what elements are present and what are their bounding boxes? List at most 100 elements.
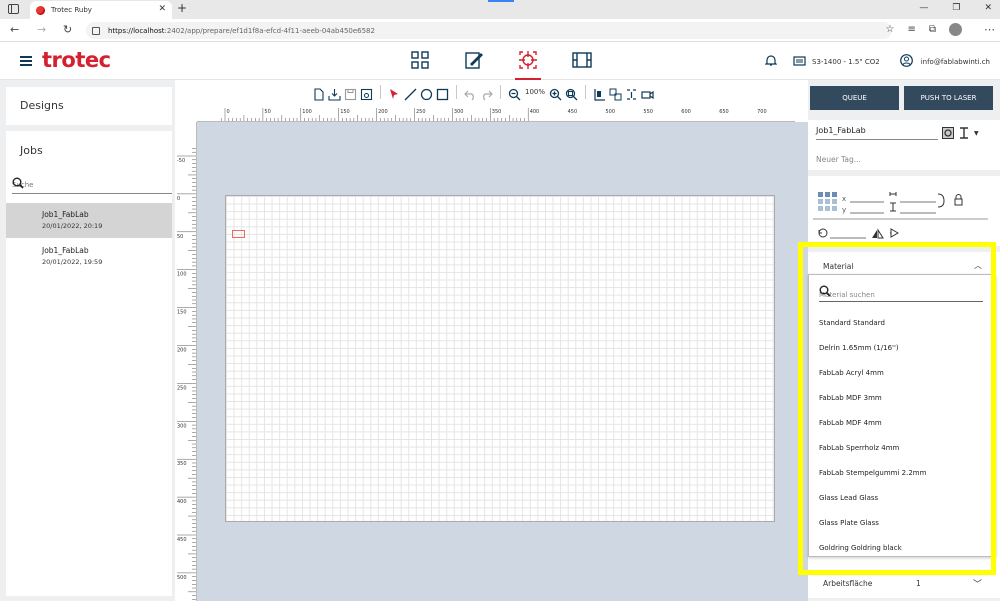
arbeitsflaeche-value: 1 (916, 579, 921, 588)
zoom-fit-icon[interactable] (565, 86, 578, 100)
grid-view-icon[interactable] (410, 50, 430, 72)
reload-icon[interactable]: ↻ (63, 23, 72, 36)
material-section: Material ︿ Material suchen Standard Stan… (808, 252, 1000, 580)
arrange-icon[interactable] (609, 86, 622, 100)
line-tool-icon[interactable] (404, 86, 417, 100)
material-header[interactable]: Material (823, 262, 853, 271)
align-icon[interactable] (593, 86, 606, 101)
chevron-down-icon[interactable]: ﹀ (973, 577, 982, 590)
browser-tab[interactable]: Trotec Ruby ✕ (30, 1, 172, 19)
zoom-out-icon[interactable] (508, 86, 521, 100)
restore-icon[interactable]: ❐ (952, 3, 960, 13)
new-tag-input[interactable]: Neuer Tag... (816, 155, 861, 164)
ruler-label: 50 (177, 234, 183, 240)
address-bar-row: ← → ↻ https://localhost:2402/app/prepare… (0, 19, 1000, 42)
dropdown-arrow-icon[interactable]: ▼ (974, 130, 979, 137)
redo-icon[interactable] (480, 86, 493, 100)
material-search-input[interactable]: Material suchen (819, 285, 983, 302)
job-list-item[interactable]: Job1_FabLab 20/01/2022, 19:59 (6, 239, 172, 274)
lock-icon (92, 26, 100, 35)
work-area-sheet[interactable] (225, 195, 775, 522)
ruler-label: 250 (177, 385, 187, 391)
toolbar-divider (500, 85, 501, 99)
forward-icon[interactable]: → (37, 23, 46, 36)
job-info-card: Job1_FabLab ▼ Neuer Tag... (808, 120, 1000, 170)
camera-icon[interactable] (641, 86, 654, 99)
zoom-in-icon[interactable] (549, 86, 562, 100)
queue-film-icon[interactable] (572, 50, 592, 72)
ellipse-tool-icon[interactable] (420, 86, 433, 100)
import-icon[interactable] (328, 86, 341, 101)
zoom-level[interactable]: 100% (525, 88, 545, 96)
ruler-label: 200 (177, 348, 187, 354)
scrollbar[interactable] (991, 277, 994, 322)
url-input[interactable]: https://localhost:2402/app/prepare/ef1d1… (86, 22, 892, 39)
queue-button[interactable]: QUEUE (810, 86, 899, 110)
ruler-label: 550 (643, 109, 653, 115)
chevron-up-icon[interactable]: ︿ (974, 260, 982, 271)
push-to-laser-button[interactable]: PUSH TO LASER (904, 86, 993, 110)
material-option[interactable]: FabLab Acryl 4mm (819, 368, 989, 393)
job-name: Job1_FabLab (42, 246, 89, 255)
url-path: :2402/app/prepare/ef1d1f8a-efcd-4f11-aee… (164, 26, 375, 35)
ruler-label: 0 (177, 196, 180, 202)
material-option[interactable]: FabLab MDF 4mm (819, 418, 989, 443)
job-name-input[interactable]: Job1_FabLab (816, 126, 938, 140)
ruler-vertical: -50 0 50 100 150 200 250 300 350 400 450 500 (175, 122, 197, 601)
new-tab-icon[interactable]: + (177, 1, 187, 15)
more-icon[interactable]: ⋯ (984, 23, 995, 36)
material-option[interactable]: Standard Standard (819, 318, 989, 343)
ruler-label: 150 (340, 109, 350, 115)
tab-actions-icon[interactable] (8, 4, 19, 14)
menu-icon[interactable] (20, 56, 32, 66)
tab-close-icon[interactable]: ✕ (158, 4, 166, 14)
save-as-icon[interactable] (360, 86, 373, 100)
select-arrow-icon[interactable] (388, 86, 401, 99)
material-option[interactable]: FabLab Sperrholz 4mm (819, 443, 989, 468)
settings-gear-icon[interactable] (942, 124, 954, 143)
toolbar-divider (585, 85, 587, 99)
rectangle-tool-icon[interactable] (436, 86, 449, 100)
machine-name[interactable]: S3-1400 - 1.5" CO2 (812, 58, 880, 66)
save-icon[interactable] (344, 86, 357, 100)
material-option[interactable]: Goldring Goldring black (819, 543, 989, 556)
job-list-item[interactable]: Job1_FabLab 20/01/2022, 20:19 (6, 203, 172, 238)
material-option[interactable]: Glass Lead Glass (819, 493, 989, 518)
profile-avatar[interactable] (949, 23, 962, 36)
favorites-add-icon[interactable]: ☆ (886, 24, 895, 35)
user-email[interactable]: info@fablabwinti.ch (921, 58, 990, 66)
material-option[interactable]: Glass Plate Glass (819, 518, 989, 543)
back-icon[interactable]: ← (10, 23, 19, 36)
search-icon[interactable] (819, 285, 983, 299)
design-object[interactable] (232, 230, 245, 238)
minimize-icon[interactable]: — (919, 3, 928, 13)
close-window-icon[interactable]: ✕ (984, 3, 992, 13)
material-option[interactable]: FabLab Stempelgummi 2.2mm (819, 468, 989, 493)
new-file-icon[interactable] (312, 86, 325, 101)
user-icon[interactable] (899, 54, 913, 69)
text-cursor-icon[interactable] (958, 124, 970, 143)
ruler-horizontal: 0 50 100 150 200 250 300 350 400 450 500 550 600 650 7… (197, 106, 795, 122)
ruler-label: 500 (177, 575, 187, 581)
canvas-background[interactable] (197, 122, 808, 601)
collections-icon[interactable]: ⧉ (929, 24, 936, 35)
job-search-input[interactable]: Suche (12, 177, 172, 194)
ruler-label: 250 (416, 109, 426, 115)
ruler-label: 100 (302, 109, 312, 115)
notifications-icon[interactable] (764, 54, 778, 69)
material-option[interactable]: Delrin 1.65mm (1/16'') (819, 343, 989, 368)
designs-section[interactable]: Designs (6, 87, 172, 125)
design-edit-icon[interactable] (464, 50, 484, 72)
canvas-toolbar: 100% (175, 80, 808, 107)
arbeitsflaeche-label: Arbeitsfläche (823, 579, 873, 588)
texture-icon[interactable] (625, 86, 638, 100)
material-option[interactable]: FabLab MDF 3mm (819, 393, 989, 418)
prepare-target-icon[interactable] (515, 50, 541, 80)
search-icon[interactable] (12, 177, 172, 191)
undo-icon[interactable] (464, 86, 477, 100)
machine-icon (793, 55, 806, 68)
favorites-icon[interactable]: ≡ (907, 24, 915, 35)
arbeitsflaeche-row[interactable]: Arbeitsfläche 1 ﹀ (808, 573, 1000, 598)
browser-toolbar-icons: ☆ ≡ ⧉ (886, 23, 962, 36)
ruler-label: 400 (530, 109, 540, 115)
